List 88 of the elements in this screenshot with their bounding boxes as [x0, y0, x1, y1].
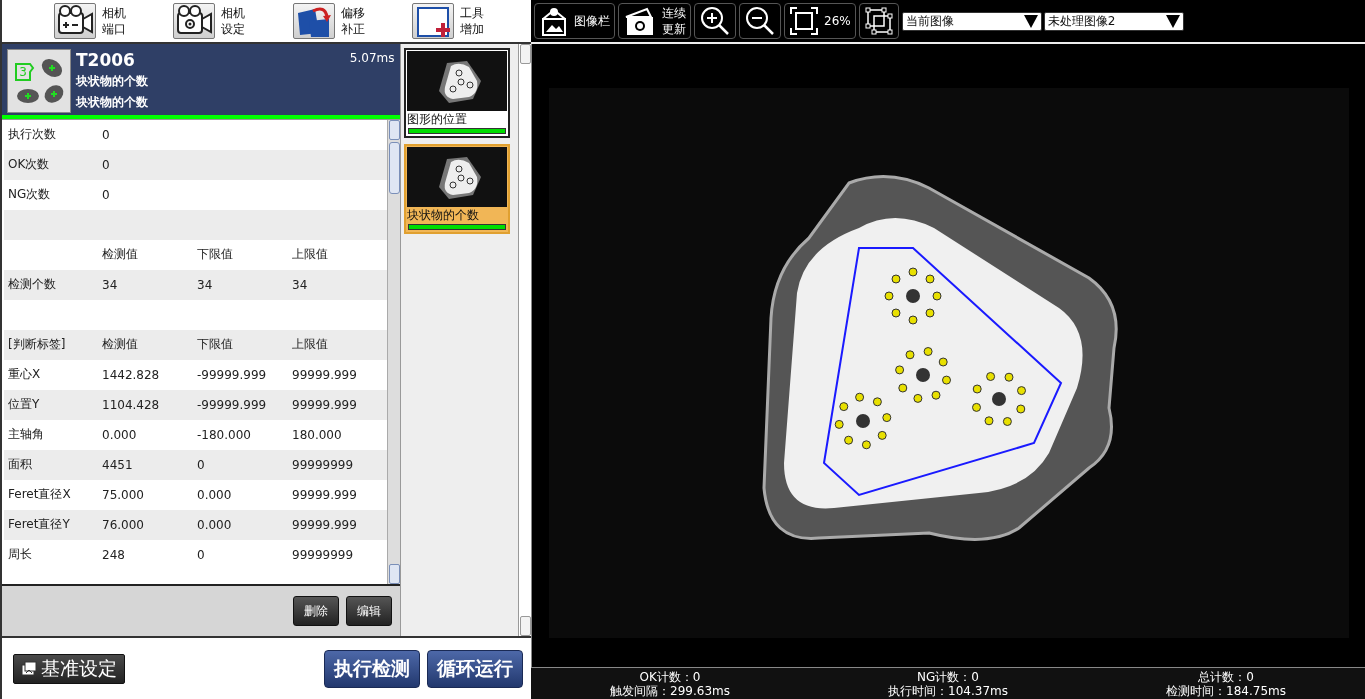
table-cell-text: 检测个数: [8, 276, 57, 294]
caret-icon: [1164, 13, 1181, 29]
table-cell-text: 0.000: [102, 427, 138, 442]
table-cell-text: 面积: [8, 456, 33, 474]
column-header: 下限值: [197, 246, 234, 264]
zoom-in-button[interactable]: [694, 3, 736, 39]
tool-header[interactable]: 3 T2006 5.07ms 块状物的个数 块状物的个数: [2, 44, 401, 119]
scrollbar[interactable]: [518, 44, 531, 636]
table-cell-text: 76.000: [102, 517, 145, 532]
status-text: 总计数：0: [1197, 671, 1255, 685]
caret-icon: [1022, 13, 1039, 29]
table-cell-text: 0: [102, 187, 111, 202]
table-cell-text: 99999999: [292, 457, 355, 472]
tool-thumbnail[interactable]: 块状物的个数: [404, 144, 511, 234]
table-cell-text: 1104.428: [102, 397, 161, 412]
toolbar-button[interactable]: 相机 端口: [54, 0, 174, 42]
tool-name: 块状物的个数: [76, 94, 149, 111]
table-cell-text: 4451: [102, 457, 134, 472]
table-cell-text: 75.000: [102, 487, 145, 502]
nested-frames-icon: [863, 6, 894, 36]
table-cell-text: 99999.999: [292, 517, 358, 532]
column-header: 检测值: [102, 336, 139, 354]
table-cell-text: 34: [197, 277, 214, 292]
column-header: 上限值: [292, 246, 329, 264]
image-dropdown[interactable]: 当前图像: [901, 11, 1042, 31]
scrollbar[interactable]: [387, 119, 401, 585]
status-text: 执行时间：104.37ms: [887, 685, 1009, 699]
table-cell-text: 0: [102, 157, 111, 172]
table-cell-text: 99999999: [292, 547, 355, 562]
table-cell-text: 0: [102, 127, 111, 142]
table-cell-text: 34: [292, 277, 309, 292]
table-cell-text: 0.000: [197, 517, 233, 532]
table-cell-text: 0.000: [197, 487, 233, 502]
table-cell-text: -99999.999: [197, 397, 268, 412]
toolbar-button[interactable]: 偏移 补正: [292, 0, 412, 42]
table-cell-text: 执行次数: [8, 126, 57, 144]
table-cell-text: 主轴角: [8, 426, 45, 444]
column-header: 上限值: [292, 336, 329, 354]
status-text: 触发间隔：299.63ms: [609, 685, 731, 699]
tool-name: 块状物的个数: [76, 73, 149, 90]
table-cell-text: -99999.999: [197, 367, 268, 382]
tool-id: T2006: [76, 49, 135, 71]
table-cell-text: 99999.999: [292, 397, 358, 412]
zoom-out-button[interactable]: [739, 3, 781, 39]
table-cell-text: Feret直径X: [8, 486, 72, 504]
tool-time: 5.07ms: [349, 50, 395, 67]
image-bar-button[interactable]: 图像栏: [534, 3, 615, 39]
table-cell-text: 周长: [8, 546, 33, 564]
fit-frame-icon: [789, 6, 819, 36]
select-region-button[interactable]: [858, 3, 899, 39]
table-cell-text: 位置Y: [8, 396, 41, 414]
picture-frame-icon: [539, 5, 569, 37]
table-cell-text: 1442.828: [102, 367, 161, 382]
table-cell-text: 0: [197, 547, 206, 562]
table-cell-text: NG次数: [8, 186, 52, 204]
tool-thumbnail[interactable]: 图形的位置: [404, 48, 511, 138]
table-cell-text: 99999.999: [292, 367, 358, 382]
continuous-update-button[interactable]: 连续 更新: [618, 3, 691, 39]
table-cell-text: 34: [102, 277, 119, 292]
table-cell-text: 248: [102, 547, 126, 562]
table-cell-text: -180.000: [197, 427, 252, 442]
status-text: NG计数：0: [916, 671, 980, 685]
blob-count-icon: 3: [8, 50, 70, 112]
action-button[interactable]: 执行检测: [324, 649, 420, 688]
fit-button[interactable]: 26%: [784, 3, 856, 39]
action-button[interactable]: 循环运行: [427, 649, 523, 688]
toolbar-button[interactable]: 工具 增加: [411, 0, 531, 42]
table-cell-text: 99999.999: [292, 487, 358, 502]
reference-setting-button[interactable]: 基准设定: [13, 653, 125, 684]
toolbar-button[interactable]: 相机 设定: [173, 0, 293, 42]
table-cell-text: OK次数: [8, 156, 51, 174]
column-header: 检测值: [102, 246, 139, 264]
table-cell-text: Feret直径Y: [8, 516, 71, 534]
table-cell-text: 180.000: [292, 427, 343, 442]
status-text: OK计数：0: [638, 671, 702, 685]
thumbnail-label: 块状物的个数: [407, 207, 481, 223]
table-cell-text: 0: [197, 457, 206, 472]
zoom-out-icon: [744, 5, 776, 37]
table-cell-text: 重心X: [8, 366, 42, 384]
table-cell-text: [判断标签]: [8, 336, 67, 354]
status-text: 检测时间：184.75ms: [1165, 685, 1287, 699]
image-dropdown[interactable]: 未处理图像2: [1043, 11, 1184, 31]
panel-button[interactable]: 删除: [293, 596, 340, 627]
column-header: 下限值: [197, 336, 234, 354]
thumbnail-label: 图形的位置: [407, 111, 469, 127]
zoom-in-icon: [699, 5, 731, 37]
image-stack-icon: [21, 660, 37, 677]
panel-button[interactable]: 编辑: [346, 596, 393, 627]
